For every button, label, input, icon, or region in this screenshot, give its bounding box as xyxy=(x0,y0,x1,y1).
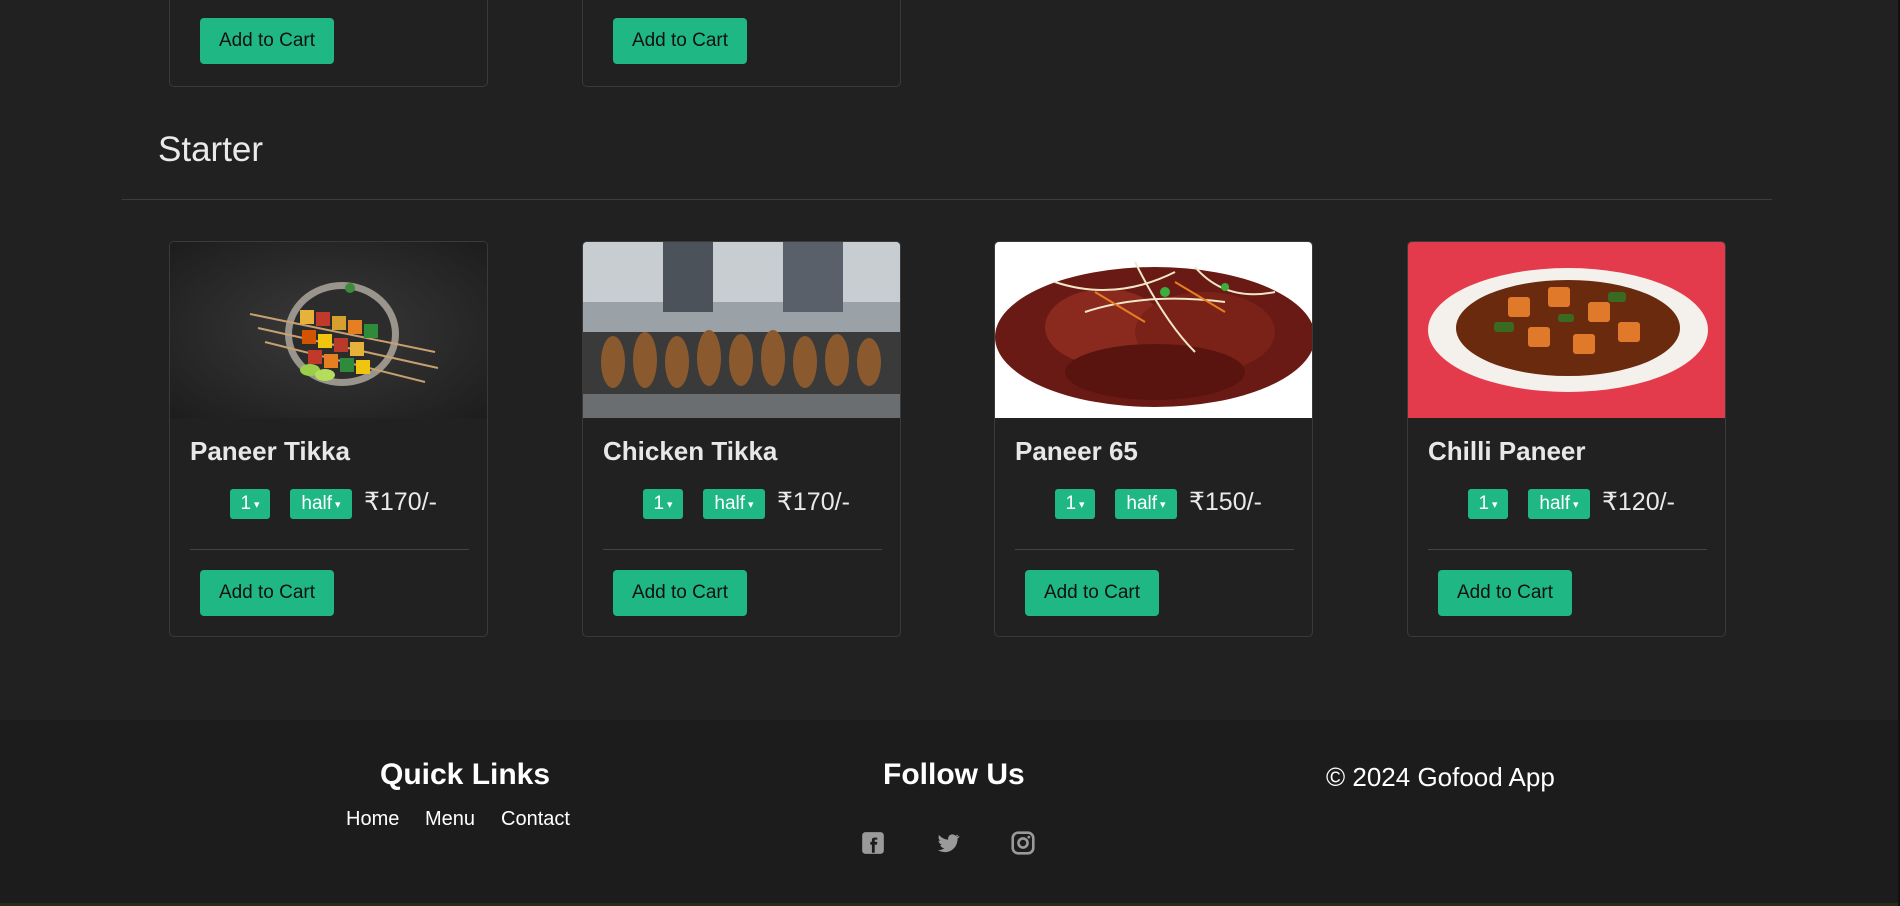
facebook-icon[interactable] xyxy=(860,830,886,856)
size-value: half xyxy=(301,493,333,514)
chevron-down-icon: ▾ xyxy=(748,499,754,511)
card-divider xyxy=(190,549,469,550)
add-to-cart-button[interactable]: Add to Cart xyxy=(1438,570,1572,616)
chevron-down-icon: ▾ xyxy=(335,499,341,511)
copyright-text: © 2024 Gofood App xyxy=(1326,762,1555,792)
quick-links-title: Quick Links xyxy=(380,758,551,791)
quantity-select[interactable]: 1 ▾ xyxy=(1055,489,1095,519)
item-price: ₹170/- xyxy=(777,488,850,516)
item-name: Paneer 65 xyxy=(1015,436,1138,466)
paneer-65-image xyxy=(995,242,1312,418)
category-title: Starter xyxy=(158,130,264,169)
card-divider xyxy=(603,549,882,550)
footer-link-contact[interactable]: Contact xyxy=(501,808,570,831)
size-value: half xyxy=(1539,493,1571,514)
footer-link-home[interactable]: Home xyxy=(346,808,399,831)
size-select[interactable]: half ▾ xyxy=(703,489,765,519)
add-to-cart-button[interactable]: Add to Cart xyxy=(613,570,747,616)
chevron-down-icon: ▾ xyxy=(1079,499,1085,511)
menu-card: Add to Cart xyxy=(582,0,901,87)
quantity-value: 1 xyxy=(1478,493,1490,514)
quantity-select[interactable]: 1 ▾ xyxy=(1468,489,1508,519)
size-select[interactable]: half ▾ xyxy=(1528,489,1590,519)
card-divider xyxy=(1428,549,1707,550)
quantity-value: 1 xyxy=(240,493,252,514)
quantity-value: 1 xyxy=(653,493,665,514)
footer-link-menu[interactable]: Menu xyxy=(425,808,475,831)
footer xyxy=(0,720,1898,906)
item-price: ₹150/- xyxy=(1189,488,1262,516)
card-divider xyxy=(1015,549,1294,550)
paneer-tikka-image xyxy=(170,242,487,418)
menu-card: Paneer Tikka 1 ▾ half ▾ ₹170/- Add to Cart xyxy=(169,241,488,637)
chicken-tikka-image xyxy=(583,242,900,418)
quantity-select[interactable]: 1 ▾ xyxy=(643,489,683,519)
item-price: ₹120/- xyxy=(1602,488,1675,516)
add-to-cart-button[interactable]: Add to Cart xyxy=(613,18,747,64)
follow-us-title: Follow Us xyxy=(883,758,1025,791)
menu-card: Add to Cart xyxy=(169,0,488,87)
add-to-cart-button[interactable]: Add to Cart xyxy=(1025,570,1159,616)
size-value: half xyxy=(1126,493,1158,514)
chevron-down-icon: ▾ xyxy=(1492,499,1498,511)
item-name: Paneer Tikka xyxy=(190,436,350,466)
menu-card: Paneer 65 1 ▾ half ▾ ₹150/- Add to Cart xyxy=(994,241,1313,637)
quantity-value: 1 xyxy=(1065,493,1077,514)
chevron-down-icon: ▾ xyxy=(1573,499,1579,511)
chilli-paneer-image xyxy=(1408,242,1725,418)
size-value: half xyxy=(714,493,746,514)
item-price: ₹170/- xyxy=(364,488,437,516)
chevron-down-icon: ▾ xyxy=(1160,499,1166,511)
add-to-cart-button[interactable]: Add to Cart xyxy=(200,570,334,616)
item-name: Chicken Tikka xyxy=(603,436,778,466)
section-divider xyxy=(122,199,1772,200)
twitter-icon[interactable] xyxy=(935,830,961,856)
menu-card: Chilli Paneer 1 ▾ half ▾ ₹120/- Add to Car… xyxy=(1407,241,1726,637)
item-name: Chilli Paneer xyxy=(1428,436,1586,466)
chevron-down-icon: ▾ xyxy=(254,499,260,511)
add-to-cart-button[interactable]: Add to Cart xyxy=(200,18,334,64)
instagram-icon[interactable] xyxy=(1010,830,1036,856)
chevron-down-icon: ▾ xyxy=(667,499,673,511)
size-select[interactable]: half ▾ xyxy=(1115,489,1177,519)
size-select[interactable]: half ▾ xyxy=(290,489,352,519)
menu-card: Chicken Tikka 1 ▾ half ▾ ₹170/- Add to Car… xyxy=(582,241,901,637)
quantity-select[interactable]: 1 ▾ xyxy=(230,489,270,519)
